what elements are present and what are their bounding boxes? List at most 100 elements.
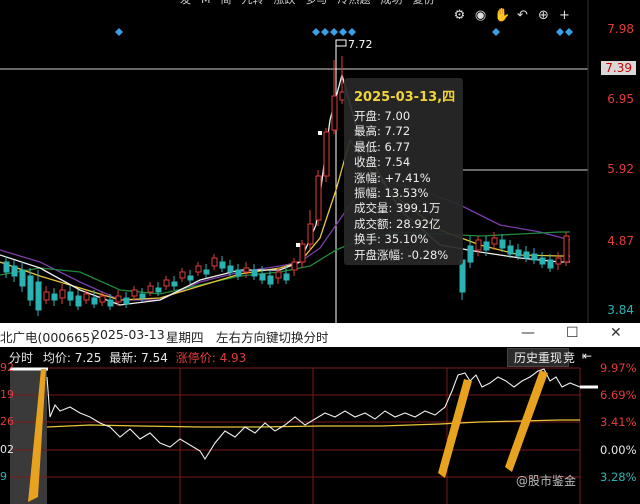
candle xyxy=(227,265,234,273)
candlesticks xyxy=(3,56,570,316)
left-price-label: 9 xyxy=(0,470,7,483)
title-date: 2025-03-13 xyxy=(92,327,165,342)
candle xyxy=(43,291,50,301)
price-label-low: 3.84 xyxy=(607,303,634,317)
last-value: 7.54 xyxy=(141,351,168,365)
gear-icon[interactable]: ⚙ xyxy=(452,8,467,23)
avg-value: 7.25 xyxy=(74,351,102,365)
close-icon[interactable]: ✕ xyxy=(610,325,622,341)
candle-tooltip: 2025-03-13,四 开盘: 7.00 最高: 7.72 最低: 6.77 … xyxy=(344,78,463,265)
tooltip-open: 开盘: 7.00 xyxy=(354,109,411,123)
candle xyxy=(299,243,306,263)
candle xyxy=(563,235,570,263)
toolbar-item[interactable]: M xyxy=(201,0,211,10)
candle xyxy=(107,299,114,307)
candle xyxy=(307,223,314,245)
arrow-icon xyxy=(438,379,472,478)
candle xyxy=(155,287,162,293)
undo-icon[interactable]: ↶ xyxy=(515,8,530,23)
current-price-tag: 7.39 xyxy=(601,61,636,75)
watermark: @股市鉴金 xyxy=(516,474,577,488)
signal-marker xyxy=(339,28,347,36)
signal-marker xyxy=(321,28,329,36)
toolbar-item[interactable]: 冷热题 xyxy=(338,0,371,10)
candle xyxy=(539,257,546,265)
candle xyxy=(195,265,202,273)
candle xyxy=(211,257,218,267)
tooltip-change: 涨幅: +7.41% xyxy=(354,170,431,185)
history-replay-button[interactable]: 历史重现 xyxy=(507,348,570,367)
signal-marker xyxy=(115,28,123,36)
auction-toggle[interactable]: 竞 xyxy=(563,349,575,366)
avg-label: 均价: xyxy=(42,351,71,365)
candle xyxy=(275,271,282,279)
left-price-label: 92 xyxy=(0,361,14,374)
candle xyxy=(35,281,42,311)
toolbar-item[interactable]: 涨跌 xyxy=(274,0,296,10)
candle xyxy=(99,295,106,303)
tooltip-high: 最高: 7.72 xyxy=(354,124,411,139)
toolbar-item[interactable]: 成功 xyxy=(381,0,403,10)
top-toolbar: 发 M 简 九转 涨跌 多与 冷热题 成功 复仿 xyxy=(180,0,435,10)
high-price-label: 7.72 xyxy=(348,38,373,51)
cross-icon[interactable]: + xyxy=(557,8,572,23)
mark xyxy=(318,131,322,135)
candle xyxy=(235,269,242,277)
toolbar-item[interactable]: 复仿 xyxy=(413,0,435,10)
toolbar-item[interactable]: 多与 xyxy=(306,0,328,10)
candle xyxy=(203,269,210,275)
last-label: 最新: xyxy=(109,351,138,365)
signal-markers xyxy=(115,28,573,36)
candle xyxy=(171,281,178,287)
candle xyxy=(267,275,274,285)
candle xyxy=(27,275,34,301)
eye-icon[interactable]: ◉ xyxy=(473,8,488,23)
left-price-label: 02 xyxy=(0,443,14,456)
candle xyxy=(251,269,258,277)
toolbar-item[interactable]: 九转 xyxy=(242,0,264,10)
toolbar-item[interactable]: 简 xyxy=(221,0,232,10)
candle xyxy=(131,289,138,297)
candle xyxy=(259,273,266,281)
candle xyxy=(59,289,66,299)
candle xyxy=(3,261,10,273)
limit-value: 4.93 xyxy=(219,351,247,365)
keyboard-hint: 左右方向键切换分时 xyxy=(216,330,329,345)
tooltip-date: 2025-03-13,四 xyxy=(354,90,456,105)
hand-icon[interactable]: ✋ xyxy=(494,8,510,23)
stock-name: 北广电(000665) xyxy=(0,330,95,345)
candle xyxy=(179,271,186,279)
toolbar-item[interactable]: 发 xyxy=(180,0,191,10)
candle xyxy=(315,175,322,221)
pin-icon[interactable]: ⇤ xyxy=(582,349,592,363)
candle xyxy=(163,279,170,287)
high-marker-icon xyxy=(335,39,347,47)
candle xyxy=(11,265,18,277)
candle xyxy=(499,239,506,249)
candle xyxy=(123,297,130,305)
pct-label: 0.00% xyxy=(600,443,637,457)
kline-chart[interactable]: 发 M 简 九转 涨跌 多与 冷热题 成功 复仿 ⚙ ◉ ✋ ↶ ⊕ + 7.9… xyxy=(0,0,640,323)
plus-circle-icon[interactable]: ⊕ xyxy=(536,8,551,23)
candle xyxy=(523,251,530,259)
candle xyxy=(219,261,226,269)
candle xyxy=(283,273,290,281)
tooltip-low: 最低: 6.77 xyxy=(354,139,411,154)
kline-svg xyxy=(0,0,589,323)
intraday-info: 分时 均价: 7.25 最新: 7.54 涨停价: 4.93 xyxy=(9,349,246,366)
candle xyxy=(291,261,298,271)
candle xyxy=(115,295,122,303)
intraday-window-titlebar: 北广电(000665) 2025-03-13 星期四 左右方向键切换分时 — ☐… xyxy=(0,323,640,347)
candle xyxy=(547,259,554,269)
signal-marker xyxy=(312,28,320,36)
maximize-icon[interactable]: ☐ xyxy=(566,325,579,341)
annotation-arrows xyxy=(28,369,548,502)
candle xyxy=(491,237,498,245)
tooltip-volume: 成交量: 399.1万 xyxy=(354,201,441,216)
candle xyxy=(51,293,58,301)
signal-marker xyxy=(348,28,356,36)
tooltip-turnover-rate: 换手: 35.10% xyxy=(354,232,429,247)
minimize-icon[interactable]: — xyxy=(521,325,535,341)
candle xyxy=(555,257,562,265)
candle xyxy=(243,267,250,273)
